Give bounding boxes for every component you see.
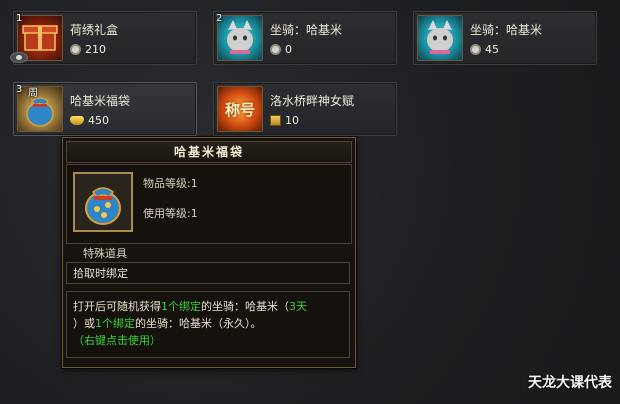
quantity-badge: 1 [16, 13, 23, 24]
tooltip-header: 物品等级:1 使用等级:1 [66, 164, 352, 244]
quantity-badge: 2 [216, 13, 223, 24]
item-type: 特殊道具 [83, 247, 127, 260]
shop-item-card[interactable]: 3 周 哈基米福袋 450 [13, 82, 197, 136]
item-tooltip: 哈基米福袋 物品等级:1 使用等级:1 特殊道具 拾取时绑定 打开后可随机获得1… [62, 137, 356, 368]
shop-item-card[interactable]: 2 坐骑：哈基米 0 [213, 11, 397, 65]
item-name: 坐骑：哈基米 [470, 23, 543, 37]
bind-info: 拾取时绑定 [66, 262, 350, 284]
mount-cat-icon [217, 15, 263, 61]
quantity-badge: 3 [16, 84, 23, 95]
price-value: 210 [85, 43, 106, 56]
coin-icon [470, 44, 481, 55]
item-price: 450 [70, 114, 109, 127]
desc-highlight: 绑定 [179, 300, 201, 313]
item-name: 哈基米福袋 [70, 94, 131, 108]
shop-item-card[interactable]: 1 荷绣礼盒 210 [13, 11, 197, 65]
desc-highlight: 1个 [161, 300, 179, 313]
desc-highlight: 1个 [95, 317, 113, 330]
item-name: 坐骑：哈基米 [270, 23, 343, 37]
desc-text: 的坐骑：哈基米（永久）。 [135, 317, 262, 330]
lucky-bag-icon [73, 172, 133, 232]
mount-cat-icon [417, 15, 463, 61]
price-value: 45 [485, 43, 499, 56]
weekly-limit-badge: 周 [28, 88, 38, 99]
title-scroll-icon: 称号 [217, 86, 263, 132]
item-level: 物品等级:1 [143, 177, 198, 190]
price-value: 450 [88, 114, 109, 127]
use-level: 使用等级:1 [143, 207, 198, 220]
desc-text: 的坐骑：哈基米（ [201, 300, 289, 313]
item-description: 打开后可随机获得1个绑定的坐骑：哈基米（3天 ）或1个绑定的坐骑：哈基米（永久）… [66, 291, 350, 358]
title-art-text: 称号 [224, 101, 255, 119]
desc-highlight: 绑定 [113, 317, 135, 330]
coin-icon [70, 44, 81, 55]
watermark: 天龙大课代表 [528, 375, 612, 391]
desc-text: ）或 [73, 317, 95, 330]
desc-highlight: 3天 [289, 300, 307, 313]
item-price: 0 [270, 43, 292, 56]
ticket-icon [270, 115, 281, 126]
preview-eye-icon[interactable] [10, 52, 28, 63]
price-value: 0 [285, 43, 292, 56]
tooltip-title: 哈基米福袋 [66, 141, 352, 163]
shop-item-card[interactable]: 坐骑：哈基米 45 [413, 11, 597, 65]
coin-icon [270, 44, 281, 55]
price-value: 10 [285, 114, 299, 127]
usage-hint: （右键点击使用） [73, 334, 161, 347]
ingot-icon [70, 116, 84, 125]
item-name: 荷绣礼盒 [70, 23, 119, 37]
shop-item-card[interactable]: 称号 洛水桥畔神女赋 10 [213, 82, 397, 136]
lucky-bag-icon [17, 86, 63, 132]
item-price: 10 [270, 114, 299, 127]
item-name: 洛水桥畔神女赋 [270, 94, 355, 108]
item-price: 45 [470, 43, 499, 56]
desc-text: 打开后可随机获得 [73, 300, 161, 313]
item-price: 210 [70, 43, 106, 56]
